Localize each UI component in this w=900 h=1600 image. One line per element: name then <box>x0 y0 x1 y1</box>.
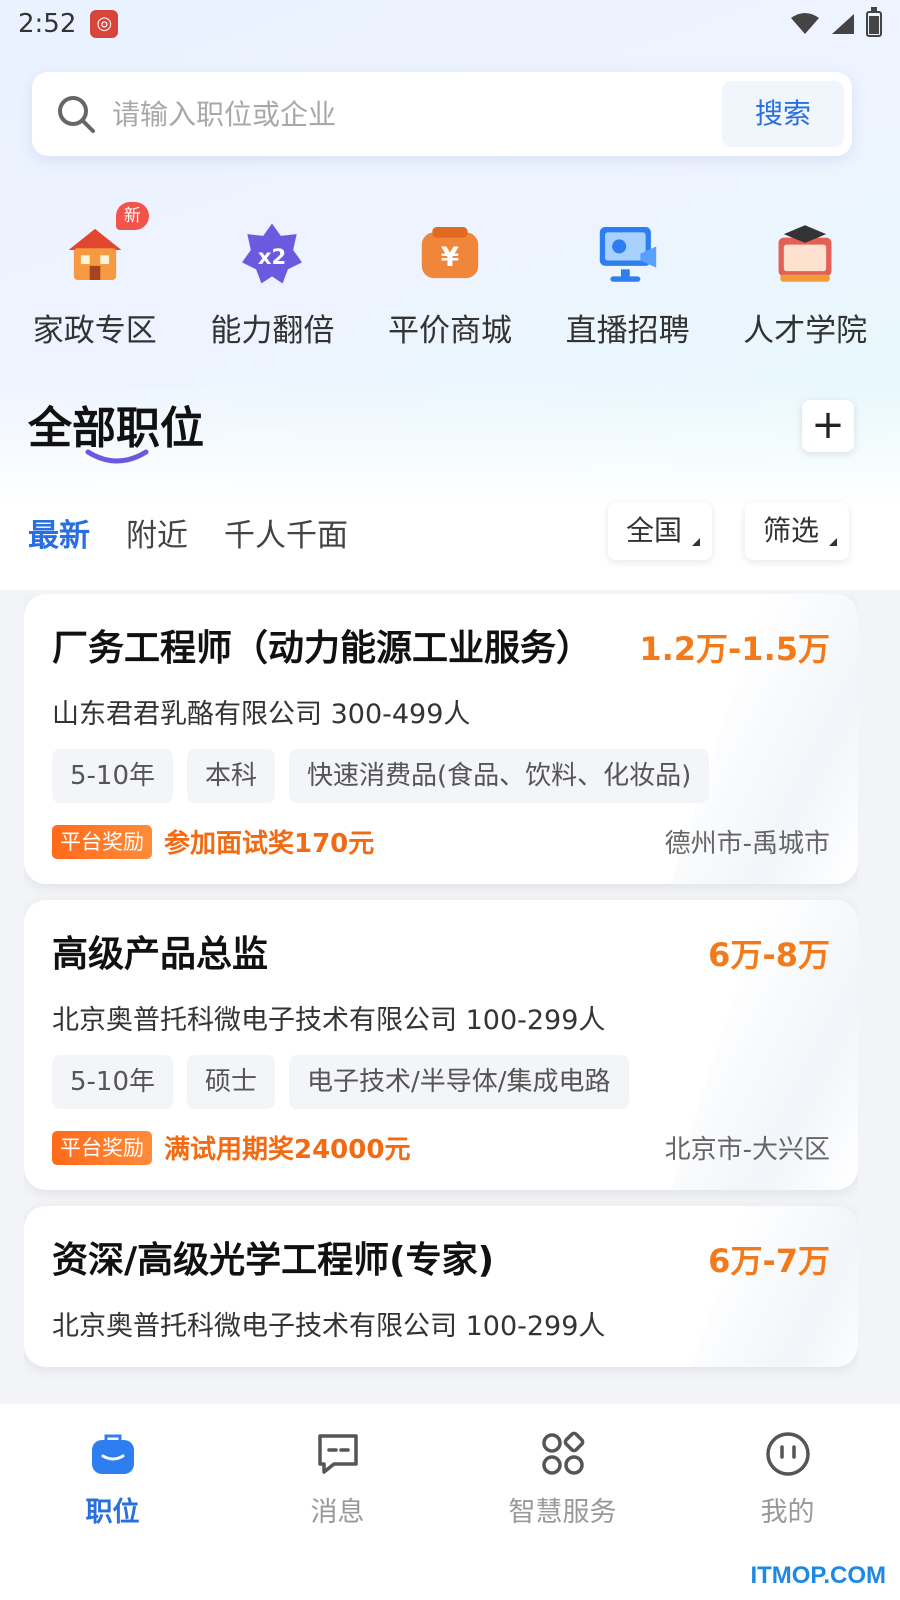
status-time: 2:52 <box>18 9 77 39</box>
tag-experience: 5-10年 <box>52 1055 174 1109</box>
signal-icon <box>832 14 854 34</box>
region-filter-button[interactable]: 全国 <box>608 502 713 560</box>
battery-icon <box>866 7 882 37</box>
tab-personalized[interactable]: 千人千面 <box>224 510 348 555</box>
search-button[interactable]: 搜索 <box>722 81 844 147</box>
job-card[interactable]: 厂务工程师（动力能源工业服务） 1.2万-1.5万 山东君君乳酪有限公司 300… <box>24 594 858 884</box>
reward-text: 满试用期奖24000元 <box>164 1135 411 1165</box>
svg-text:¥: ¥ <box>441 242 460 273</box>
quick-nav: 新 家政专区 x2 能力翻倍 ¥ 平价商城 直播招聘 人才学院 <box>0 200 900 350</box>
nav-label: 职位 <box>85 1497 140 1528</box>
add-category-button[interactable]: + <box>802 400 854 452</box>
nav-label: 我的 <box>760 1497 815 1528</box>
smiley-icon <box>765 1432 810 1476</box>
status-indicators <box>790 7 882 37</box>
job-card[interactable]: 资深/高级光学工程师(专家) 6万-7万 北京奥普托科微电子技术有限公司 100… <box>24 1206 858 1367</box>
quick-nav-label: 人才学院 <box>743 313 868 349</box>
filter-button[interactable]: 筛选 <box>745 502 850 560</box>
house-icon <box>68 228 122 280</box>
search-bar: 搜索 <box>32 72 852 156</box>
job-tags: 5-10年 硕士 电子技术/半导体/集成电路 <box>52 1055 830 1109</box>
tab-latest[interactable]: 最新 <box>28 510 90 555</box>
quick-nav-mall[interactable]: ¥ 平价商城 <box>365 200 535 350</box>
job-salary: 6万-8万 <box>708 936 830 974</box>
job-location: 德州市-禹城市 <box>664 829 830 859</box>
title-underline <box>85 449 149 464</box>
search-icon <box>58 96 95 133</box>
caret-icon <box>829 538 838 546</box>
job-salary: 6万-7万 <box>708 1242 830 1280</box>
job-tabs: 最新 附近 千人千面 <box>28 510 348 555</box>
region-filter-label: 全国 <box>626 514 683 547</box>
tab-nearby[interactable]: 附近 <box>126 510 188 555</box>
tag-education: 硕士 <box>187 1055 276 1109</box>
tag-industry: 快速消费品(食品、饮料、化妆品) <box>289 749 710 803</box>
new-badge: 新 <box>115 202 149 230</box>
quick-nav-label: 平价商城 <box>387 313 512 349</box>
reward-badge: 平台奖励 <box>52 1130 152 1165</box>
nav-label: 消息 <box>310 1497 365 1528</box>
quick-nav-housekeeping[interactable]: 新 家政专区 <box>10 200 180 350</box>
nav-messages[interactable]: 消息 <box>238 1430 438 1600</box>
quick-nav-label: 能力翻倍 <box>210 313 335 349</box>
nav-label: 智慧服务 <box>508 1497 617 1528</box>
search-input[interactable] <box>112 97 722 131</box>
watermark: ITMOP.COM <box>750 1562 886 1589</box>
wifi-icon <box>791 13 819 34</box>
message-icon <box>317 1434 358 1474</box>
live-stream-icon <box>599 227 656 282</box>
job-location: 北京市-大兴区 <box>664 1135 830 1165</box>
status-bar: 2:52 ◎ <box>0 0 900 48</box>
quick-nav-double-ability[interactable]: x2 能力翻倍 <box>187 200 357 350</box>
double-star-icon: x2 <box>242 223 303 284</box>
job-salary: 1.2万-1.5万 <box>639 630 830 668</box>
nav-smart-service[interactable]: 智慧服务 <box>463 1430 663 1600</box>
quick-nav-label: 直播招聘 <box>565 313 690 349</box>
nav-jobs[interactable]: 职位 <box>13 1430 213 1600</box>
yuan-wallet-icon: ¥ <box>421 227 479 279</box>
tag-education: 本科 <box>187 749 276 803</box>
job-tags: 5-10年 本科 快速消费品(食品、饮料、化妆品) <box>52 749 830 803</box>
job-title: 高级产品总监 <box>52 934 269 975</box>
company-info: 北京奥普托科微电子技术有限公司 100-299人 <box>52 1005 606 1036</box>
job-title: 厂务工程师（动力能源工业服务） <box>52 628 593 669</box>
quick-nav-live-recruit[interactable]: 直播招聘 <box>543 200 713 350</box>
company-info: 北京奥普托科微电子技术有限公司 100-299人 <box>52 1311 606 1342</box>
tag-experience: 5-10年 <box>52 749 174 803</box>
job-list: 厂务工程师（动力能源工业服务） 1.2万-1.5万 山东君君乳酪有限公司 300… <box>24 594 858 1404</box>
svg-text:x2: x2 <box>258 244 286 269</box>
job-card[interactable]: 高级产品总监 6万-8万 北京奥普托科微电子技术有限公司 100-299人 5-… <box>24 900 858 1190</box>
job-title: 资深/高级光学工程师(专家) <box>52 1240 495 1281</box>
caret-icon <box>692 538 701 546</box>
briefcase-icon <box>91 1434 134 1474</box>
company-info: 山东君君乳酪有限公司 300-499人 <box>52 699 471 730</box>
quick-nav-label: 家政专区 <box>32 313 157 349</box>
app-notification-icon: ◎ <box>90 10 119 38</box>
academy-icon <box>778 225 832 282</box>
reward-text: 参加面试奖170元 <box>164 829 375 859</box>
reward-badge: 平台奖励 <box>52 824 152 859</box>
apps-icon <box>541 1431 584 1475</box>
quick-nav-academy[interactable]: 人才学院 <box>720 200 890 350</box>
tag-industry: 电子技术/半导体/集成电路 <box>289 1055 629 1109</box>
filter-label: 筛选 <box>763 514 820 547</box>
